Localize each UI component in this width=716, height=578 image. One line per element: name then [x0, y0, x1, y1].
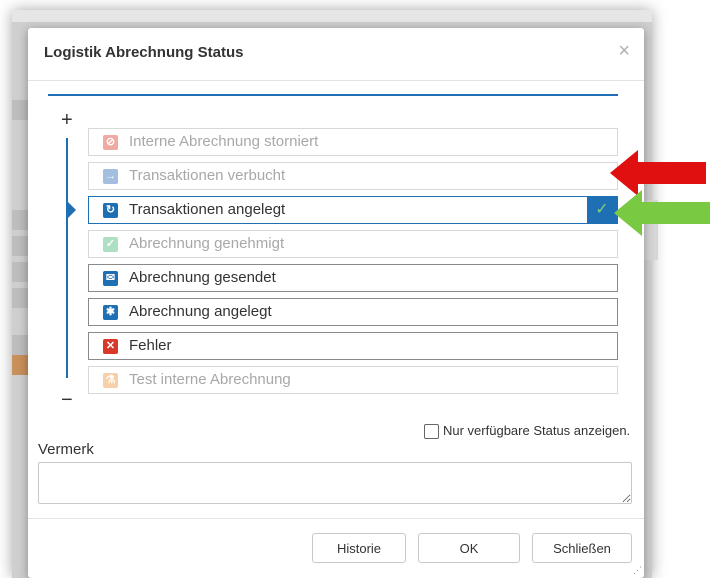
check-icon: ✓ — [587, 197, 617, 223]
status-item-interne-abrechnung-storniert[interactable]: ⊘ Interne Abrechnung storniert — [88, 128, 618, 156]
background-strip — [12, 100, 28, 120]
status-item-abrechnung-genehmigt[interactable]: ✓ Abrechnung genehmigt — [88, 230, 618, 258]
collapse-all-button[interactable]: − — [61, 390, 73, 410]
status-label: Abrechnung genehmigt — [129, 235, 285, 252]
flask-icon: ⚗ — [103, 373, 118, 388]
history-button[interactable]: Historie — [312, 533, 406, 563]
ok-button[interactable]: OK — [418, 533, 520, 563]
arrow-right-icon: → — [103, 169, 118, 184]
background-strip — [12, 335, 28, 355]
status-item-fehler[interactable]: ✕ Fehler — [88, 332, 618, 360]
envelope-icon: ✉ — [103, 271, 118, 286]
header-divider — [48, 94, 618, 96]
tree-connector — [66, 138, 68, 378]
asterisk-icon: ✱ — [103, 305, 118, 320]
green-arrow-icon — [614, 190, 710, 236]
dialog-header: Logistik Abrechnung Status × — [28, 28, 644, 81]
status-label: Test interne Abrechnung — [129, 371, 291, 388]
background-strip — [12, 236, 28, 256]
status-label: Abrechnung gesendet — [129, 269, 276, 286]
status-item-transaktionen-verbucht[interactable]: → Transaktionen verbucht — [88, 162, 618, 190]
note-field[interactable] — [38, 462, 632, 504]
status-label: Abrechnung angelegt — [129, 303, 272, 320]
status-label: Transaktionen angelegt — [129, 201, 286, 218]
background-strip — [12, 355, 28, 375]
status-item-test-interne-abrechnung[interactable]: ⚗ Test interne Abrechnung — [88, 366, 618, 394]
cancel-icon: ⊘ — [103, 135, 118, 150]
resize-grip-icon[interactable]: ⋰ — [633, 565, 642, 576]
status-label: Transaktionen verbucht — [129, 167, 286, 184]
status-dialog: Logistik Abrechnung Status × + − ⊘ Inter… — [28, 28, 644, 578]
background-strip — [12, 262, 28, 282]
background-strip — [12, 288, 28, 308]
current-status-marker-icon — [66, 200, 76, 220]
dialog-title: Logistik Abrechnung Status — [44, 44, 244, 61]
status-item-abrechnung-angelegt[interactable]: ✱ Abrechnung angelegt — [88, 298, 618, 326]
footer-divider — [28, 518, 644, 519]
only-available-checkbox[interactable] — [424, 424, 439, 439]
refresh-icon: ↻ — [103, 203, 118, 218]
background-topbar — [12, 10, 652, 22]
status-item-transaktionen-angelegt[interactable]: ↻ Transaktionen angelegt ✓ — [88, 196, 618, 224]
close-button[interactable]: Schließen — [532, 533, 632, 563]
only-available-label: Nur verfügbare Status anzeigen. — [443, 423, 631, 438]
check-icon: ✓ — [103, 237, 118, 252]
expand-all-button[interactable]: + — [61, 110, 73, 130]
note-label: Vermerk — [38, 441, 94, 458]
background-strip — [12, 210, 28, 230]
status-label: Interne Abrechnung storniert — [129, 133, 319, 150]
status-label: Fehler — [129, 337, 172, 354]
close-icon[interactable]: × — [618, 41, 630, 61]
status-item-abrechnung-gesendet[interactable]: ✉ Abrechnung gesendet — [88, 264, 618, 292]
error-x-icon: ✕ — [103, 339, 118, 354]
